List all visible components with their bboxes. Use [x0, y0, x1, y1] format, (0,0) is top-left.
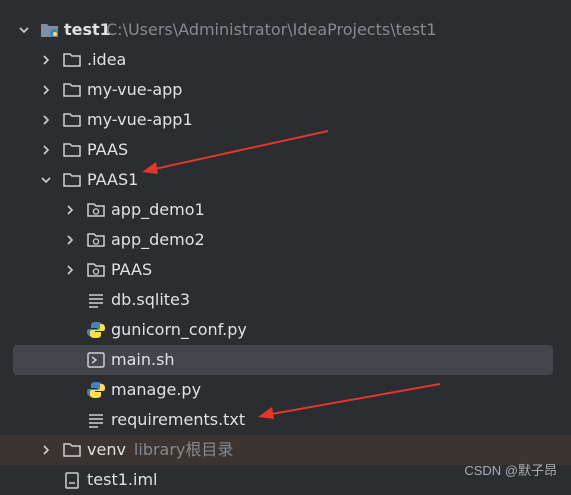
- tree-label: venv library根目录: [87, 435, 233, 465]
- tree-row-project-root[interactable]: test1 C:\Users\Administrator\IdeaProject…: [0, 15, 571, 45]
- venv-name: venv: [87, 440, 126, 459]
- chevron-right-icon[interactable]: [38, 105, 54, 135]
- project-name: test1: [64, 20, 111, 39]
- package-folder-icon: [86, 201, 106, 219]
- python-file-icon: [86, 321, 106, 339]
- python-file-icon: [86, 381, 106, 399]
- folder-icon: [62, 81, 82, 99]
- tree-row-app-demo2[interactable]: app_demo2: [0, 225, 571, 255]
- shell-script-icon: [86, 351, 106, 369]
- tree-label: my-vue-app: [87, 80, 183, 99]
- folder-icon: [62, 111, 82, 129]
- chevron-right-icon[interactable]: [38, 135, 54, 165]
- folder-icon: [62, 141, 82, 159]
- tree-row-idea[interactable]: .idea: [0, 45, 571, 75]
- project-module-icon: [40, 21, 60, 39]
- chevron-down-icon[interactable]: [38, 165, 54, 195]
- chevron-right-icon[interactable]: [38, 75, 54, 105]
- tree-row-db-sqlite3[interactable]: db.sqlite3: [0, 285, 571, 315]
- tree-row-paas1[interactable]: PAAS1: [0, 165, 571, 195]
- tree-label: app_demo2: [111, 230, 205, 249]
- folder-icon: [62, 441, 82, 459]
- tree-label: gunicorn_conf.py: [111, 320, 247, 339]
- chevron-down-icon[interactable]: [16, 15, 32, 45]
- chevron-right-icon[interactable]: [62, 225, 78, 255]
- tree-label: PAAS: [87, 140, 129, 159]
- tree-row-requirements-txt[interactable]: requirements.txt: [0, 405, 571, 435]
- watermark: CSDN @默子昂: [464, 463, 557, 478]
- tree-label: manage.py: [111, 380, 202, 399]
- tree-label: requirements.txt: [111, 410, 246, 429]
- tree-label: my-vue-app1: [87, 110, 193, 129]
- tree-row-manage-py[interactable]: manage.py: [0, 375, 571, 405]
- tree-row-my-vue-app[interactable]: my-vue-app: [0, 75, 571, 105]
- tree-row-my-vue-app1[interactable]: my-vue-app1: [0, 105, 571, 135]
- tree-row-paas-package[interactable]: PAAS: [0, 255, 571, 285]
- tree-row-main-sh[interactable]: main.sh: [0, 345, 571, 375]
- project-tree: test1 C:\Users\Administrator\IdeaProject…: [0, 15, 571, 495]
- chevron-right-icon[interactable]: [62, 195, 78, 225]
- tree-label: .idea: [87, 50, 127, 69]
- module-file-icon: [62, 471, 82, 489]
- tree-label: PAAS: [111, 260, 153, 279]
- project-path: C:\Users\Administrator\IdeaProjects\test…: [106, 20, 437, 39]
- folder-icon: [62, 171, 82, 189]
- tree-label: db.sqlite3: [111, 290, 191, 309]
- tree-label: main.sh: [111, 350, 175, 369]
- text-file-icon: [86, 411, 106, 429]
- tree-label: test1.iml: [87, 470, 158, 489]
- chevron-right-icon[interactable]: [62, 255, 78, 285]
- package-folder-icon: [86, 231, 106, 249]
- library-root-hint: library根目录: [133, 440, 234, 459]
- package-folder-icon: [86, 261, 106, 279]
- tree-label: app_demo1: [111, 200, 205, 219]
- tree-row-gunicorn-conf[interactable]: gunicorn_conf.py: [0, 315, 571, 345]
- tree-row-app-demo1[interactable]: app_demo1: [0, 195, 571, 225]
- folder-icon: [62, 51, 82, 69]
- text-file-icon: [86, 291, 106, 309]
- chevron-right-icon[interactable]: [38, 45, 54, 75]
- tree-row-paas[interactable]: PAAS: [0, 135, 571, 165]
- chevron-right-icon[interactable]: [38, 435, 54, 465]
- tree-label: PAAS1: [87, 170, 139, 189]
